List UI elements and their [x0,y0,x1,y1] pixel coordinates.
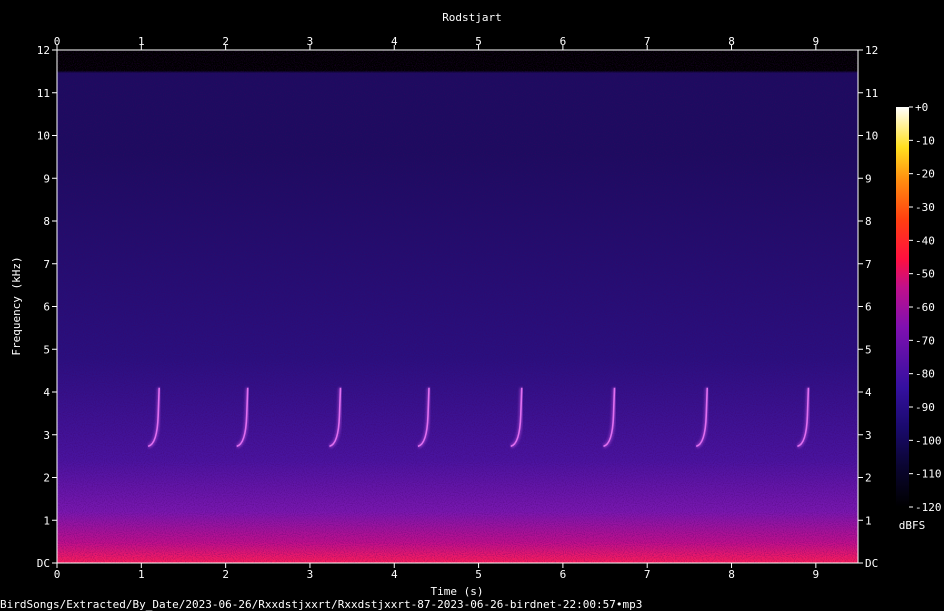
colorbar: +0 -10 -20 -30 -40 -50 -60 -70 -80 -90 -100 -110 -12… [896,101,942,532]
y-tick-label-right: 10 [865,130,878,143]
x-axis-label: Time (s) [431,585,484,598]
y-tick-label-right: 3 [865,429,872,442]
x-tick-label-top: 7 [644,35,651,48]
y-axis-label: Frequency (kHz) [10,256,23,355]
colorbar-tick-label: -100 [915,434,942,447]
y-tick-label: 7 [43,258,50,271]
y-tick-label: 2 [43,472,50,485]
y-tick-label: 4 [43,386,50,399]
y-tick-label: 10 [37,130,50,143]
spectrogram-chart: Rodstjart 0123456789 0123456789 DC123456… [0,11,942,611]
colorbar-tick-label: -10 [915,134,935,147]
colorbar-tick-label: -110 [915,468,942,481]
y-tick-label: 3 [43,429,50,442]
y-axis-right: DC123456789101112 [858,44,878,570]
colorbar-tick-label: -60 [915,301,935,314]
y-tick-label: 12 [37,44,50,57]
x-tick-label: 4 [391,568,398,581]
x-tick-label-top: 0 [54,35,61,48]
x-tick-label: 2 [222,568,229,581]
colorbar-tick-label: -80 [915,368,935,381]
x-tick-label-top: 2 [222,35,229,48]
spectrogram-plot-area [57,50,858,563]
y-axis-left: DC123456789101112 [37,44,57,570]
x-tick-label: 0 [54,568,61,581]
colorbar-tick-label: -90 [915,401,935,414]
x-tick-label: 3 [307,568,314,581]
y-tick-label: 8 [43,215,50,228]
x-tick-label: 7 [644,568,651,581]
x-axis-top: 0 1 2 3 4 5 6 7 8 9 [54,35,819,50]
colorbar-tick-label: -50 [915,268,935,281]
x-tick-label-top: 1 [138,35,145,48]
file-path: BirdSongs/Extracted/By_Date/2023-06-26/R… [0,598,642,611]
colorbar-tick-label: -40 [915,234,935,247]
x-tick-label: 8 [728,568,735,581]
colorbar-tick-label: +0 [915,101,928,114]
y-tick-label: 11 [37,87,50,100]
colorbar-gradient [896,107,909,507]
y-tick-label-right: 9 [865,172,872,185]
x-tick-label-top: 5 [475,35,482,48]
y-tick-label-right: 12 [865,44,878,57]
y-tick-label: 6 [43,301,50,314]
y-tick-label-right: 4 [865,386,872,399]
x-tick-label-top: 4 [391,35,398,48]
x-tick-label-top: 8 [728,35,735,48]
x-tick-label: 9 [813,568,820,581]
y-tick-label: 9 [43,172,50,185]
y-tick-label-right: 2 [865,472,872,485]
colorbar-tick-label: -120 [915,501,942,514]
y-tick-label-right: 1 [865,514,872,527]
colorbar-ticks: +0 -10 -20 -30 -40 -50 -60 -70 -80 -90 -100 -110 -12… [909,101,942,514]
chart-title: Rodstjart [442,11,502,24]
x-tick-label: 1 [138,568,145,581]
y-tick-label-right: 11 [865,87,878,100]
x-tick-label-top: 9 [813,35,820,48]
y-tick-label: 5 [43,343,50,356]
y-tick-label-right: 5 [865,343,872,356]
colorbar-label: dBFS [899,519,926,532]
x-axis-bottom: 0 1 2 3 4 5 6 7 8 9 [54,563,819,581]
x-tick-label-top: 3 [307,35,314,48]
y-tick-label-right: 6 [865,301,872,314]
x-tick-label-top: 6 [560,35,567,48]
colorbar-tick-label: -70 [915,334,935,347]
colorbar-tick-label: -30 [915,201,935,214]
y-tick-label: 1 [43,514,50,527]
x-tick-label: 6 [560,568,567,581]
y-tick-label-right: 7 [865,258,872,271]
spectrogram-noise [57,50,858,563]
y-tick-label-right: 8 [865,215,872,228]
y-tick-label-right: DC [865,557,878,570]
y-tick-label: DC [37,557,50,570]
colorbar-tick-label: -20 [915,168,935,181]
x-tick-label: 5 [475,568,482,581]
